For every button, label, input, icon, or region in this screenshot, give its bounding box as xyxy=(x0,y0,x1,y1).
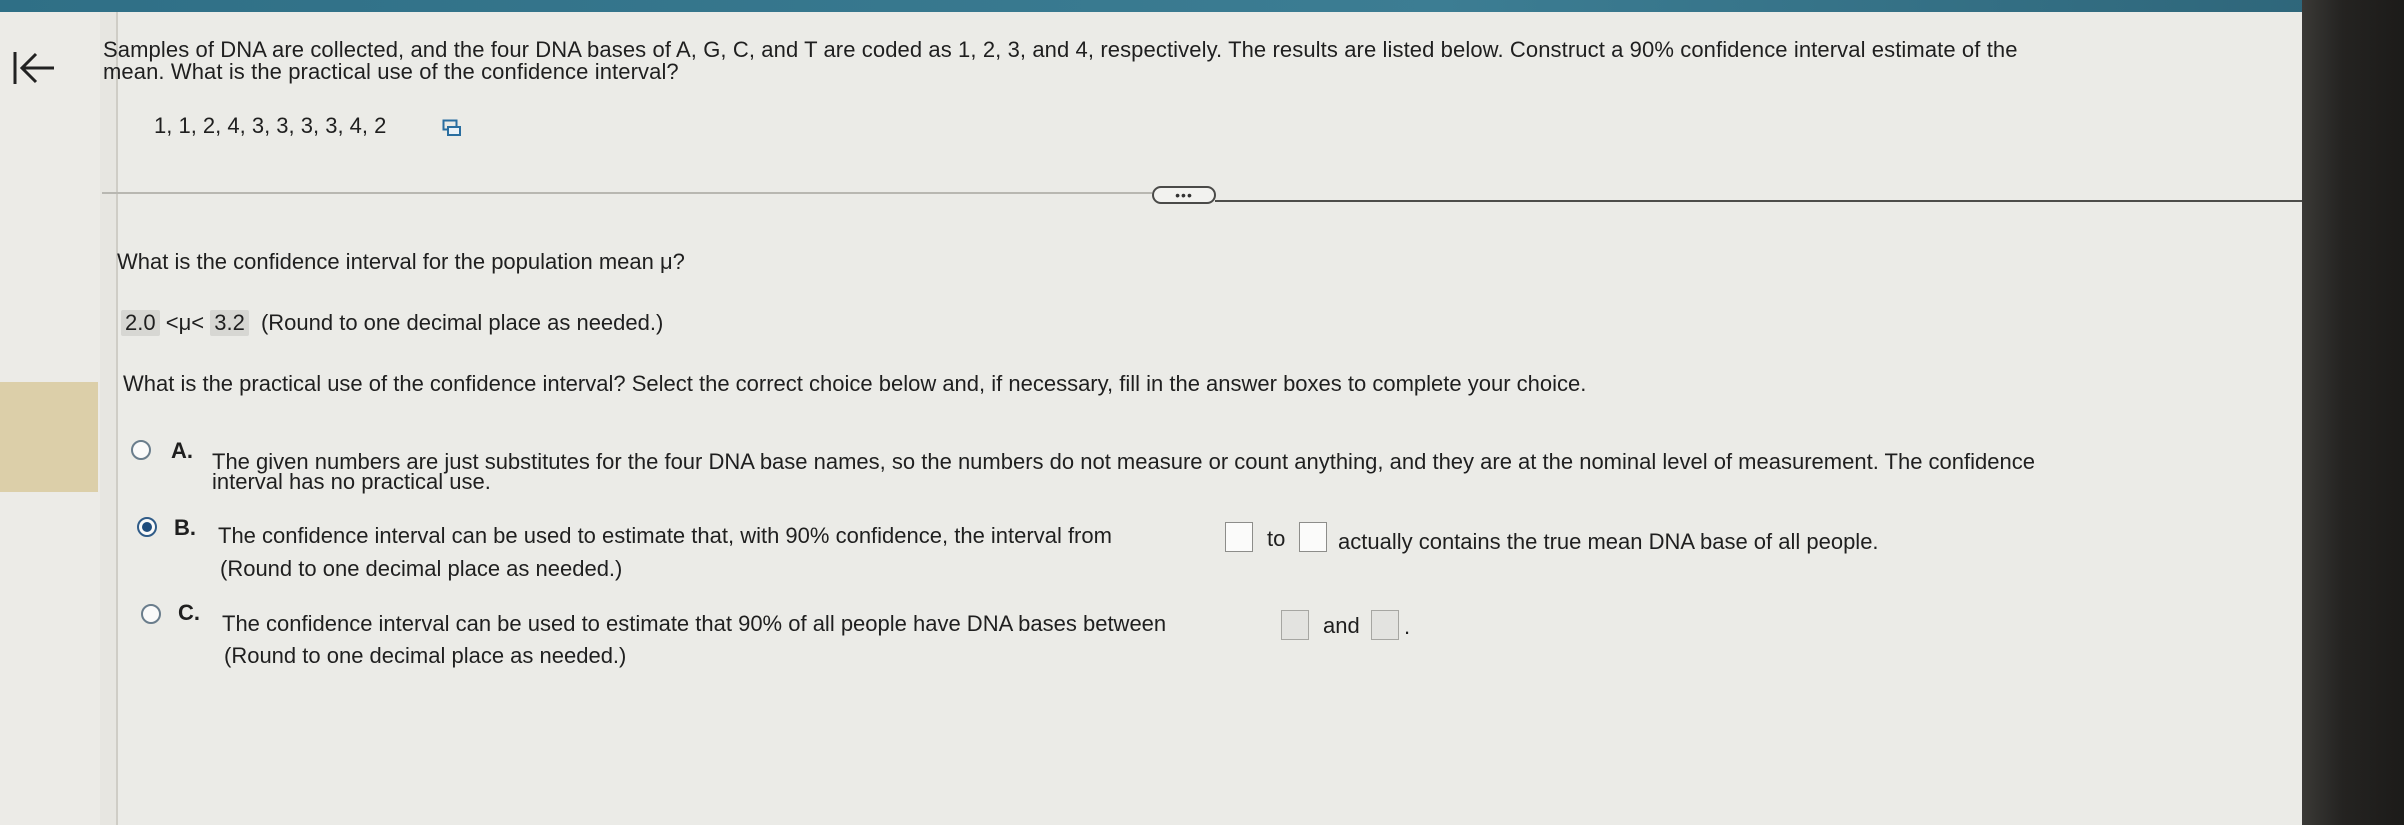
choice-a-text-line-2: interval has no practical use. xyxy=(212,469,491,494)
choice-c-radio[interactable] xyxy=(141,604,161,624)
choice-c-text-between: and xyxy=(1323,613,1360,638)
choice-a-radio[interactable] xyxy=(131,440,151,460)
rail-highlight xyxy=(0,382,98,492)
choice-b-lower-input[interactable] xyxy=(1225,522,1253,552)
data-values: 1, 1, 2, 4, 3, 3, 3, 3, 4, 2 xyxy=(154,113,387,138)
choice-c-upper-input[interactable] xyxy=(1371,610,1399,640)
choice-c-lower-input[interactable] xyxy=(1281,610,1309,640)
question-text-line-2: mean. What is the practical use of the c… xyxy=(103,59,679,84)
choice-b-letter: B. xyxy=(174,515,196,540)
screen: Samples of DNA are collected, and the fo… xyxy=(0,0,2404,825)
ci-mu-inequality: <μ< xyxy=(165,310,205,335)
choice-a-letter: A. xyxy=(171,438,193,463)
top-accent-bar xyxy=(0,0,2404,12)
part1-prompt: What is the confidence interval for the … xyxy=(117,249,685,274)
ci-round-hint: (Round to one decimal place as needed.) xyxy=(260,310,664,335)
choice-c-round-hint: (Round to one decimal place as needed.) xyxy=(224,643,627,668)
left-rail xyxy=(0,12,100,825)
choice-c-text-before: The confidence interval can be used to e… xyxy=(222,611,1167,636)
choice-b-upper-input[interactable] xyxy=(1299,522,1327,552)
ci-lower-value[interactable]: 2.0 xyxy=(121,310,160,336)
choice-b-round-hint: (Round to one decimal place as needed.) xyxy=(220,556,623,581)
section-divider-left xyxy=(102,192,1152,194)
ci-answer-row: 2.0 <μ< 3.2 (Round to one decimal place … xyxy=(121,310,663,336)
choice-b-text-before: The confidence interval can be used to e… xyxy=(218,523,1112,548)
choice-b-radio[interactable] xyxy=(137,517,157,537)
choice-c-text-after: . xyxy=(1404,614,1411,639)
choice-c-letter: C. xyxy=(178,600,200,625)
choice-b-text-between: to xyxy=(1267,526,1286,551)
back-to-start-icon[interactable] xyxy=(8,46,60,90)
part2-prompt: What is the practical use of the confide… xyxy=(123,371,1587,396)
more-options-button[interactable]: ••• xyxy=(1152,186,1216,204)
choice-b-text-after: actually contains the true mean DNA base… xyxy=(1338,529,1879,554)
section-divider-right xyxy=(1215,200,2327,202)
ci-upper-value[interactable]: 3.2 xyxy=(210,310,249,336)
screen-bezel-edge xyxy=(2302,0,2404,825)
copy-data-icon[interactable] xyxy=(442,119,462,137)
